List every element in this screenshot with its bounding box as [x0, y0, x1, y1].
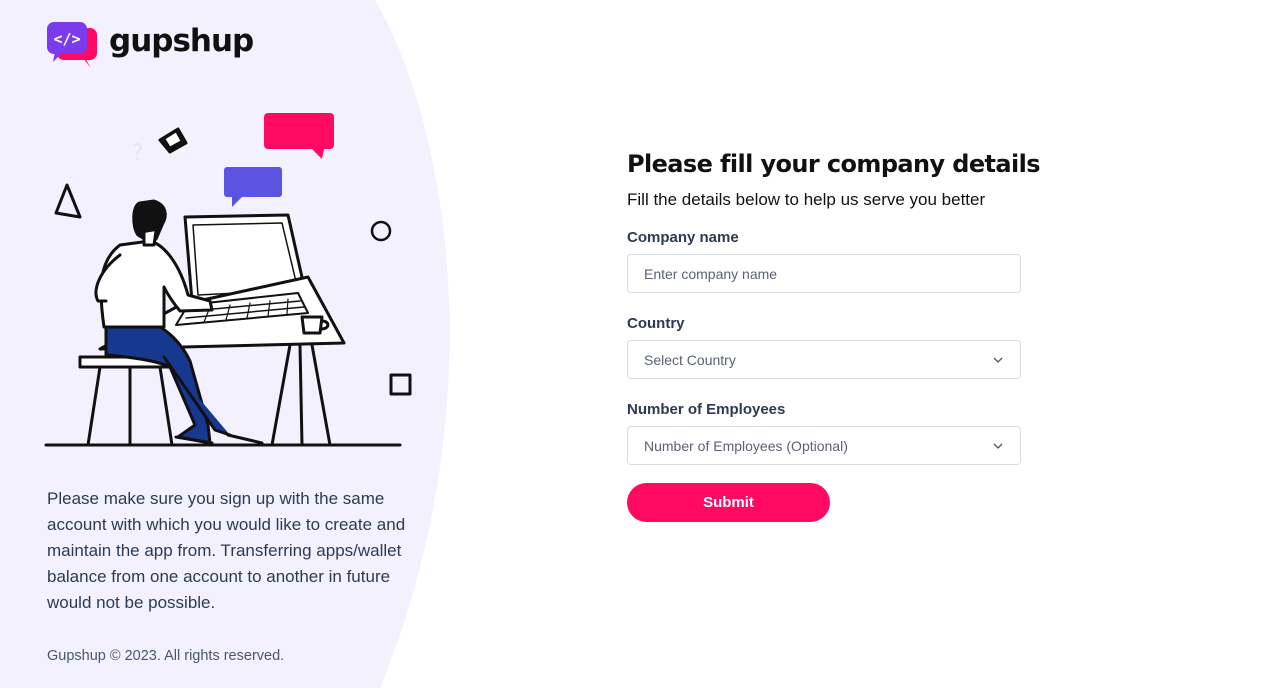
- employees-select[interactable]: Number of Employees (Optional): [627, 426, 1021, 465]
- company-name-field[interactable]: [627, 254, 1021, 293]
- chevron-down-icon: [993, 357, 1003, 363]
- page: </> gupshup ? Please make sure you sign …: [0, 0, 1286, 688]
- form-title: Please fill your company details: [627, 150, 1041, 178]
- employees-selected-value: Number of Employees (Optional): [644, 437, 848, 454]
- account-notice: Please make sure you sign up with the sa…: [47, 489, 406, 612]
- country-label: Country: [627, 315, 685, 332]
- chevron-down-icon: [993, 443, 1003, 449]
- company-details-form: Please fill your company details Fill th…: [627, 150, 1041, 522]
- form-subtitle: Fill the details below to help us serve …: [627, 190, 986, 209]
- person-at-computer-illustration: ?: [44, 113, 412, 447]
- brand-logo: </> gupshup: [47, 22, 254, 70]
- employees-label: Number of Employees: [627, 401, 786, 418]
- brand-name: gupshup: [109, 23, 254, 59]
- country-select[interactable]: Select Country: [627, 340, 1021, 379]
- svg-text:?: ?: [132, 141, 144, 166]
- country-selected-value: Select Country: [644, 351, 736, 368]
- company-name-label: Company name: [627, 229, 739, 246]
- submit-button[interactable]: Submit: [627, 483, 830, 522]
- code-chat-bubble-icon: </>: [47, 22, 97, 68]
- copyright-footer: Gupshup © 2023. All rights reserved.: [47, 648, 285, 664]
- svg-text:</>: </>: [53, 30, 80, 48]
- company-name-input[interactable]: [644, 265, 1004, 282]
